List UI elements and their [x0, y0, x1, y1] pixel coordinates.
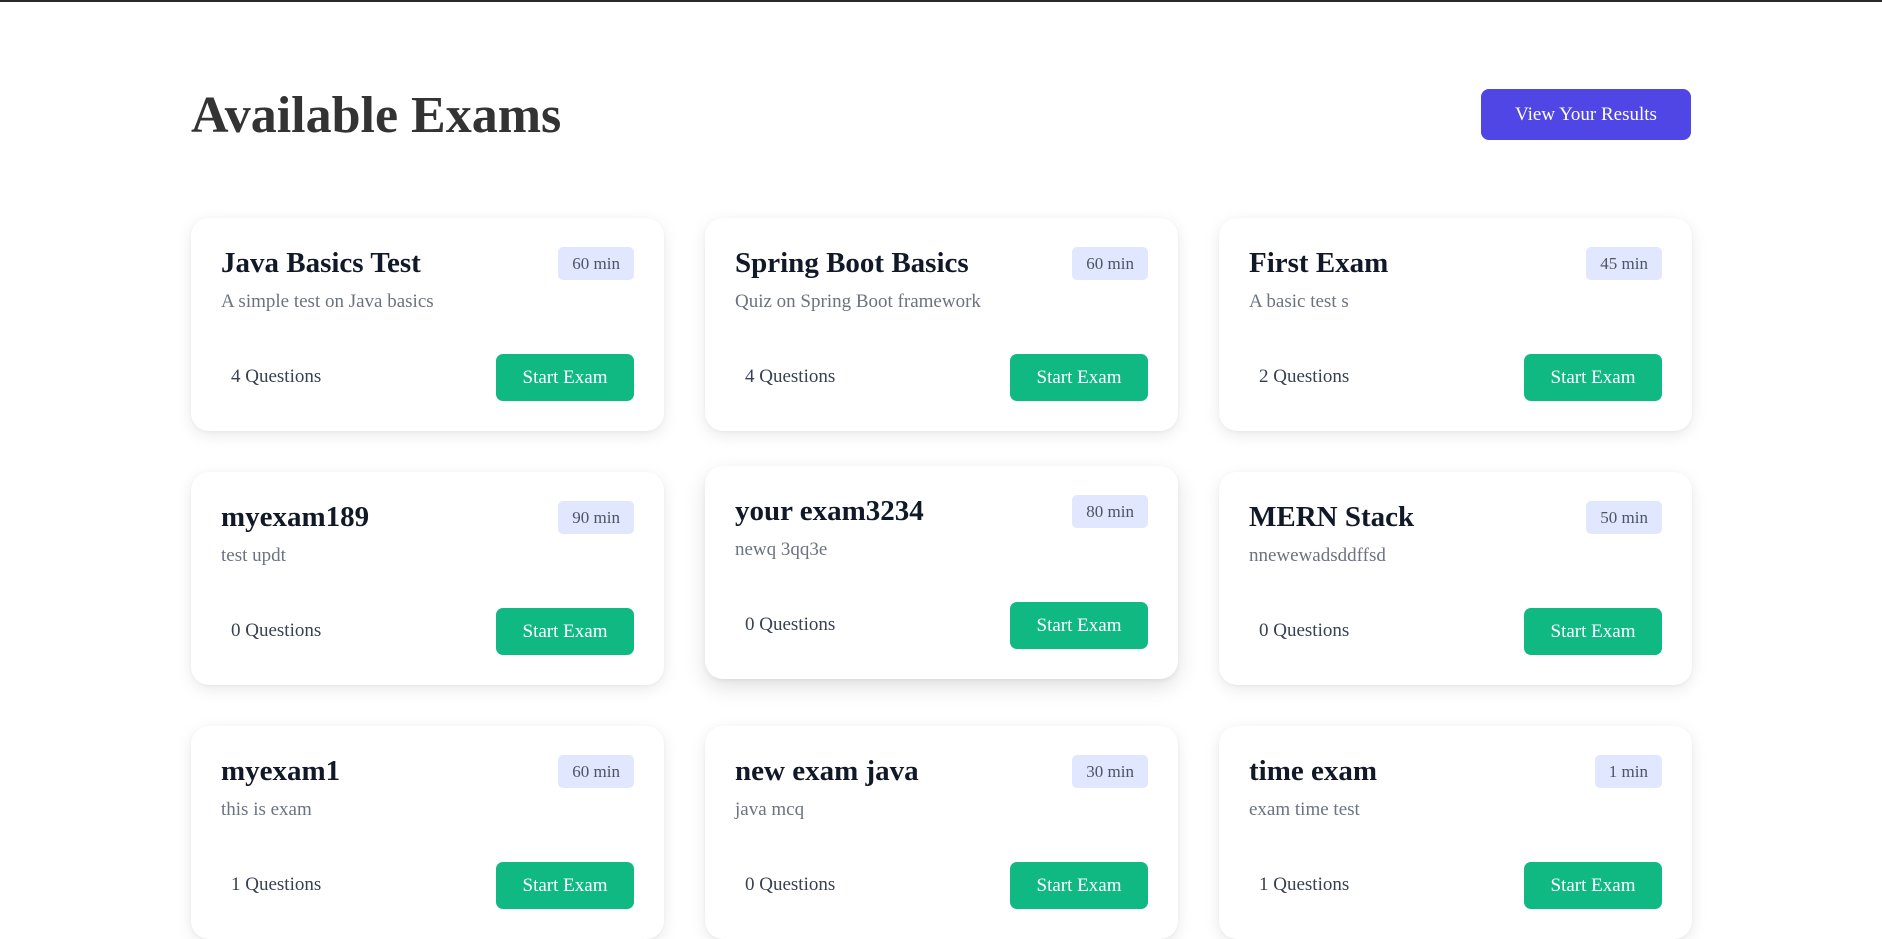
exam-card: time exam 1 min exam time test 1 Questio… [1219, 726, 1692, 939]
exam-description: java mcq [735, 799, 805, 820]
duration-badge: 60 min [1072, 247, 1148, 280]
start-exam-button[interactable]: Start Exam [1524, 608, 1662, 655]
duration-badge: 90 min [558, 501, 634, 534]
start-exam-button[interactable]: Start Exam [1010, 354, 1148, 401]
question-count: 0 Questions [745, 874, 836, 895]
exam-card-hovered: your exam3234 80 min newq 3qq3e 0 Questi… [705, 466, 1178, 679]
exam-description: this is exam [221, 799, 312, 820]
exam-card: Java Basics Test 60 min A simple test on… [191, 218, 664, 431]
duration-badge: 60 min [558, 755, 634, 788]
exam-title: myexam1 [221, 755, 341, 787]
question-count: 0 Questions [1259, 620, 1350, 641]
exam-title: Spring Boot Basics [735, 247, 969, 279]
exam-title: MERN Stack [1249, 501, 1415, 533]
start-exam-button[interactable]: Start Exam [496, 862, 634, 909]
page-title: Available Exams [191, 87, 562, 144]
start-exam-button[interactable]: Start Exam [1524, 862, 1662, 909]
page-header: Available Exams View Your Results [191, 87, 1691, 144]
duration-badge: 1 min [1594, 755, 1662, 788]
exam-card: First Exam 45 min A basic test s 2 Quest… [1219, 218, 1692, 431]
top-border [0, 0, 1882, 2]
start-exam-button[interactable]: Start Exam [1524, 354, 1662, 401]
exam-title: your exam3234 [735, 495, 924, 527]
exam-description: A basic test s [1249, 291, 1349, 312]
exam-grid: Java Basics Test 60 min A simple test on… [191, 218, 1692, 939]
start-exam-button[interactable]: Start Exam [496, 608, 634, 655]
exam-title: First Exam [1249, 247, 1389, 279]
start-exam-button[interactable]: Start Exam [496, 354, 634, 401]
view-results-button[interactable]: View Your Results [1481, 89, 1691, 140]
question-count: 4 Questions [745, 366, 836, 387]
exam-description: newq 3qq3e [735, 539, 828, 560]
exam-description: Quiz on Spring Boot framework [735, 291, 981, 312]
exam-card: new exam java 30 min java mcq 0 Question… [705, 726, 1178, 939]
question-count: 2 Questions [1259, 366, 1350, 387]
start-exam-button[interactable]: Start Exam [1010, 602, 1148, 649]
start-exam-button[interactable]: Start Exam [1010, 862, 1148, 909]
exam-description: A simple test on Java basics [221, 291, 434, 312]
question-count: 0 Questions [745, 614, 836, 635]
exam-card: myexam189 90 min test updt 0 Questions S… [191, 472, 664, 685]
exam-card: MERN Stack 50 min nnewewadsddffsd 0 Ques… [1219, 472, 1692, 685]
question-count: 1 Questions [1259, 874, 1350, 895]
duration-badge: 30 min [1072, 755, 1148, 788]
exam-description: exam time test [1249, 799, 1360, 820]
duration-badge: 80 min [1072, 495, 1148, 528]
exam-title: new exam java [735, 755, 919, 787]
exam-title: time exam [1249, 755, 1378, 787]
duration-badge: 45 min [1586, 247, 1662, 280]
duration-badge: 50 min [1586, 501, 1662, 534]
exam-title: myexam189 [221, 501, 370, 533]
exam-card: myexam1 60 min this is exam 1 Questions … [191, 726, 664, 939]
question-count: 4 Questions [231, 366, 322, 387]
exam-description: test updt [221, 545, 286, 566]
exam-title: Java Basics Test [221, 247, 421, 279]
exam-description: nnewewadsddffsd [1249, 545, 1386, 566]
exam-card: Spring Boot Basics 60 min Quiz on Spring… [705, 218, 1178, 431]
question-count: 1 Questions [231, 874, 322, 895]
duration-badge: 60 min [558, 247, 634, 280]
question-count: 0 Questions [231, 620, 322, 641]
